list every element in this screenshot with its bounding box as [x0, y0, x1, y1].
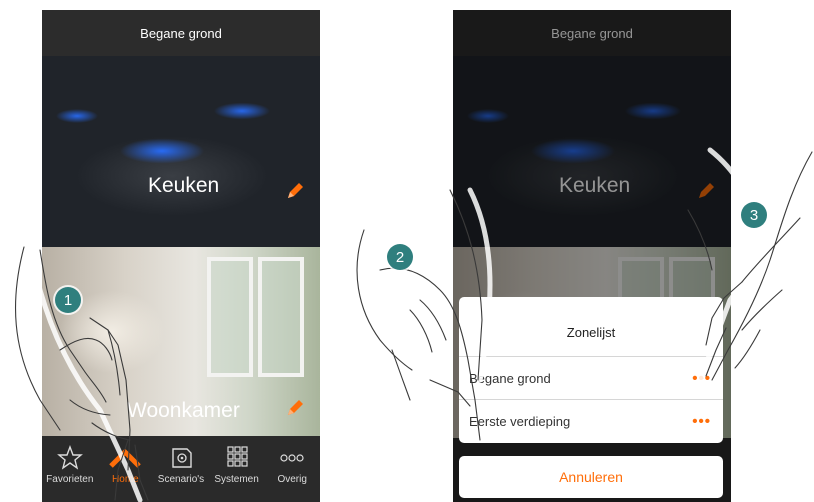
tab-other[interactable]: Overig: [266, 444, 318, 485]
tab-label: Favorieten: [46, 474, 94, 485]
zone-list-sheet: Zonelijst Begane grond ••• Eerste verdie…: [459, 297, 723, 443]
tab-label: Overig: [277, 474, 307, 485]
tab-label: Scenario's: [157, 474, 205, 485]
more-dots-icon: [280, 454, 304, 462]
zone-item-first-floor[interactable]: Eerste verdieping •••: [459, 400, 723, 443]
zone-item-label: Begane grond: [469, 370, 551, 386]
cancel-button[interactable]: Annuleren: [459, 456, 723, 498]
bottom-tab-bar: Favorieten Home Scenario's Systemen Over…: [42, 436, 320, 502]
room-label: Keuken: [148, 174, 220, 197]
zone-item-ground-floor[interactable]: Begane grond •••: [459, 357, 723, 400]
header-title: Begane grond: [140, 25, 222, 41]
more-options-icon[interactable]: •••: [692, 413, 711, 430]
tab-scenarios[interactable]: Scenario's: [155, 444, 207, 485]
tab-home[interactable]: Home: [99, 444, 151, 485]
tab-favorites[interactable]: Favorieten: [44, 444, 96, 485]
pencil-edit-icon[interactable]: [284, 180, 306, 202]
home-chevron-icon: [109, 448, 142, 468]
right-phone-screen: Begane grond Keuken Zonelijst Begane gro…: [453, 10, 731, 502]
zone-item-label: Eerste verdieping: [469, 414, 571, 429]
grid-icon: [226, 446, 248, 467]
step-badge-2: 2: [387, 244, 413, 270]
step-badge-1: 1: [55, 287, 81, 313]
tab-label: Home: [112, 474, 139, 485]
tab-label: Systemen: [214, 474, 259, 485]
room-label: Woonkamer: [127, 399, 240, 422]
window-decoration: [207, 257, 253, 377]
scenario-icon: [172, 448, 192, 468]
step-badge-3: 3: [741, 202, 767, 228]
room-card-kitchen[interactable]: Keuken: [42, 56, 320, 247]
more-options-icon[interactable]: •••: [692, 370, 711, 387]
room-card-living-room[interactable]: Woonkamer: [42, 247, 320, 438]
header-bar: Begane grond: [42, 10, 320, 56]
zone-list-title: Zonelijst: [459, 309, 723, 357]
left-phone-screen: Begane grond Keuken Woonkamer Favorieten: [42, 10, 320, 502]
tab-systems[interactable]: Systemen: [211, 444, 263, 485]
pencil-edit-icon[interactable]: [284, 397, 306, 419]
window-decoration: [258, 257, 304, 377]
star-icon: [56, 445, 83, 470]
